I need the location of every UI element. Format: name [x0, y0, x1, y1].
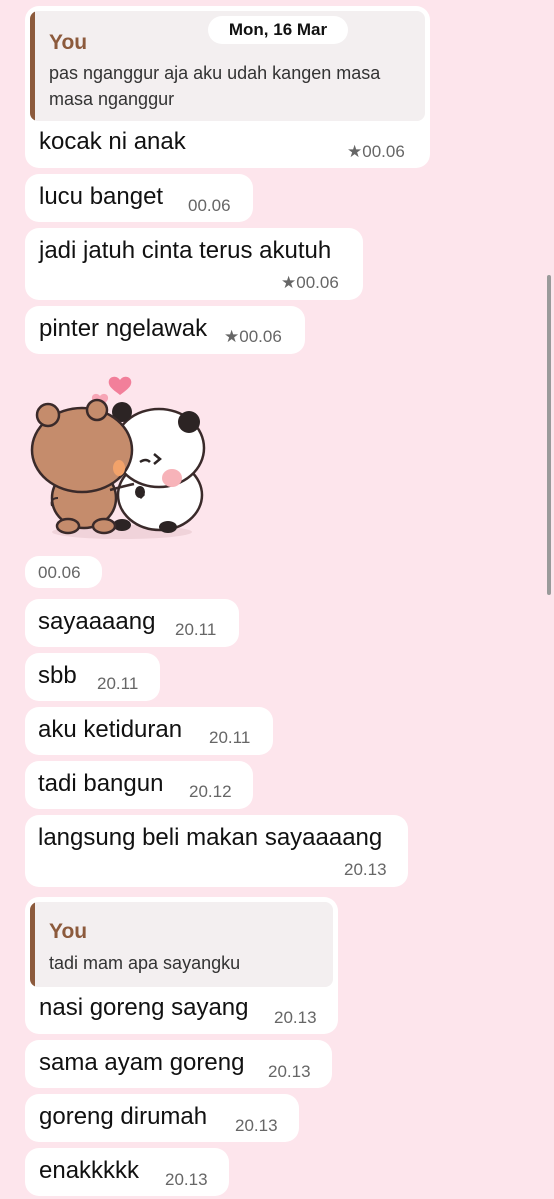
message-text: sama ayam goreng	[39, 1049, 245, 1076]
message-bubble[interactable]: 00.06	[25, 556, 102, 588]
message-time: 20.13	[274, 1008, 317, 1027]
message-text: pinter ngelawak	[39, 315, 208, 342]
message-text: langsung beli makan sayaaaang	[38, 824, 383, 851]
quote-text-line: pas nganggur aja aku udah kangen masa	[49, 63, 381, 83]
bear-and-panda-hug-sticker[interactable]	[22, 370, 212, 545]
quote-text-line: tadi mam apa sayangku	[49, 953, 241, 973]
message-bubble[interactable]: sayaaaang 20.11	[25, 599, 239, 647]
message-text: kocak ni anak	[39, 128, 186, 155]
star-icon: ★	[281, 273, 297, 292]
message-text: tadi bangun	[38, 770, 164, 797]
scrollbar[interactable]	[547, 275, 551, 595]
star-icon: ★	[224, 327, 240, 346]
message-bubble[interactable]: enakkkkk 20.13	[25, 1148, 229, 1196]
quote-accent-bar	[30, 902, 35, 987]
message-time: ★00.06	[347, 142, 405, 161]
quote-text-line: masa nganggur	[49, 89, 175, 109]
message-time: 20.11	[97, 674, 139, 693]
message-text: nasi goreng sayang	[39, 994, 249, 1021]
message-bubble[interactable]: langsung beli makan sayaaaang 20.13	[25, 815, 408, 887]
message-bubble[interactable]: tadi bangun 20.12	[25, 761, 253, 809]
star-icon: ★	[347, 142, 363, 161]
message-text: enakkkkk	[39, 1157, 140, 1184]
message-bubble[interactable]: pinter ngelawak ★00.06	[25, 306, 305, 354]
message-time: 20.13	[344, 860, 387, 879]
message-bubble[interactable]: You tadi mam apa sayangku nasi goreng sa…	[25, 897, 338, 1034]
message-bubble[interactable]: jadi jatuh cinta terus akutuh ★00.06	[25, 228, 363, 300]
message-time: 20.11	[209, 728, 251, 747]
message-time: ★00.06	[281, 273, 339, 292]
quote-author: You	[49, 31, 88, 54]
message-time: 20.13	[268, 1062, 311, 1081]
message-bubble[interactable]: sbb 20.11	[25, 653, 160, 701]
message-bubble[interactable]: goreng dirumah 20.13	[25, 1094, 299, 1142]
message-time: 20.12	[189, 782, 232, 801]
date-divider: Mon, 16 Mar	[208, 16, 348, 44]
message-time: 20.13	[165, 1170, 208, 1189]
message-text: jadi jatuh cinta terus akutuh	[39, 237, 332, 264]
message-text: lucu banget	[39, 183, 164, 210]
message-time: 00.06	[188, 196, 231, 215]
message-text: aku ketiduran	[38, 716, 183, 743]
quoted-message[interactable]: You tadi mam apa sayangku	[30, 902, 333, 987]
message-text: goreng dirumah	[39, 1103, 208, 1130]
message-bubble[interactable]: sama ayam goreng 20.13	[25, 1040, 332, 1088]
quote-author: You	[49, 920, 88, 943]
message-bubble[interactable]: aku ketiduran 20.11	[25, 707, 273, 755]
message-bubble[interactable]: lucu banget 00.06	[25, 174, 253, 222]
message-time: 00.06	[38, 563, 81, 582]
message-text: sayaaaang	[38, 608, 156, 635]
message-time: ★00.06	[224, 327, 282, 346]
message-time: 20.13	[235, 1116, 278, 1135]
message-time: 20.11	[175, 620, 217, 639]
message-text: sbb	[38, 662, 77, 689]
quote-accent-bar	[30, 11, 35, 121]
